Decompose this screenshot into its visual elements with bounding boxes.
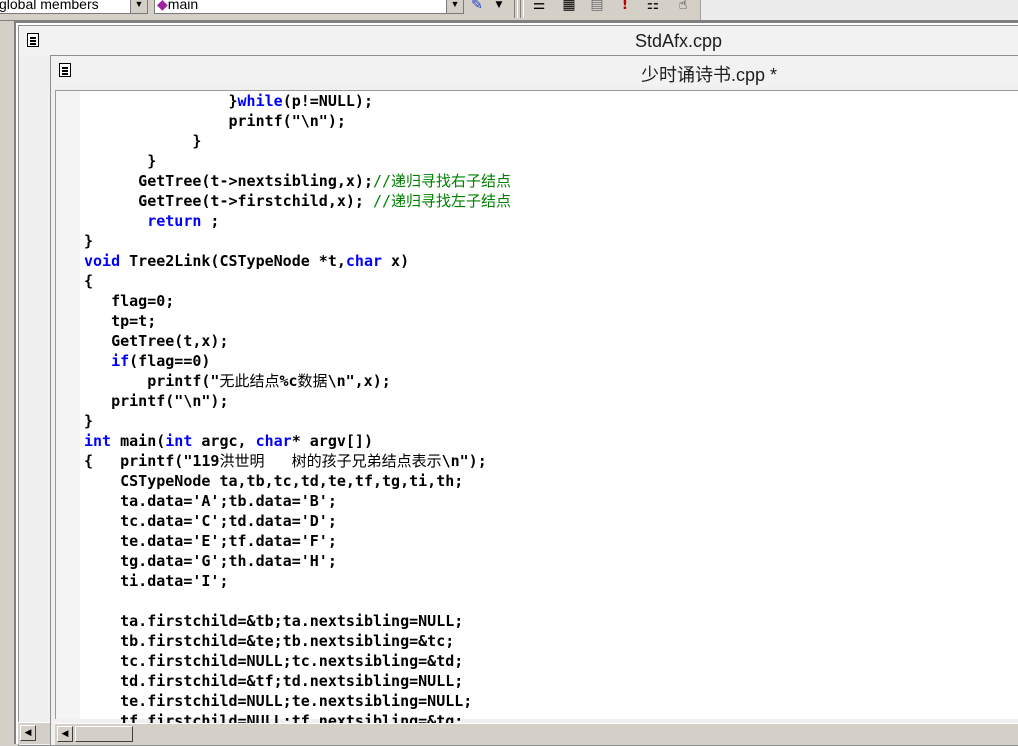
code-line[interactable]: tc.firstchild=NULL;tc.nextsibling=&td; [84,651,511,671]
function-combo-value: ◆main [157,0,198,13]
grid-icon[interactable]: ▤ [588,0,606,14]
code-line[interactable] [84,591,511,611]
code-line[interactable]: return ; [84,211,511,231]
code-line[interactable]: }while(p!=NULL); [84,91,511,111]
toolbar-separator [514,0,518,18]
toolbar: global members ▼ ◆main ▼ ✎ ▼ ☰ ▦ ▤ ! ☷ ☝ [0,0,1018,21]
exclamation-icon[interactable]: ! [616,0,634,14]
code-line[interactable]: } [84,411,511,431]
code-line[interactable]: int main(int argc, char* argv[]) [84,431,511,451]
code-line[interactable]: if(flag==0) [84,351,511,371]
code-line[interactable]: te.data='E';tf.data='F'; [84,531,511,551]
scope-combo-value: global members [0,0,99,12]
code-line[interactable]: td.firstchild=&tf;td.nextsibling=NULL; [84,671,511,691]
code-line[interactable]: { printf("119洪世明 树的孩子兄弟结点表示\n"); [84,451,511,471]
code-line[interactable]: tc.data='C';td.data='D'; [84,511,511,531]
code-line[interactable]: CSTypeNode ta,tb,tc,td,te,tf,tg,ti,th; [84,471,511,491]
wizard-icon[interactable]: ✎ [468,0,486,14]
source-title: 少时诵诗书.cpp * [641,65,778,85]
code-line[interactable]: GetTree(t->firstchild,x); //递归寻找左子结点 [84,191,511,211]
code-line[interactable]: } [84,231,511,251]
code-line[interactable]: printf("\n"); [84,391,511,411]
source-horizontal-scrollbar[interactable]: ◀ [55,723,1018,745]
function-icon: ◆ [157,0,168,12]
dropdown-arrow-icon[interactable]: ▼ [490,0,508,14]
code-line[interactable]: tb.firstchild=&te;tb.nextsibling=&tc; [84,631,511,651]
scope-combo[interactable]: global members ▼ [0,0,148,14]
code-line[interactable]: ti.data='I'; [84,571,511,591]
stdafx-horizontal-scrollbar[interactable]: ◀ [18,722,50,744]
code-line[interactable]: } [84,151,511,171]
code-line[interactable]: } [84,131,511,151]
scroll-thumb[interactable] [75,726,133,742]
function-combo[interactable]: ◆main ▼ [154,0,464,14]
code-line[interactable]: te.firstchild=NULL;te.nextsibling=NULL; [84,691,511,711]
list-icon[interactable]: ☷ [644,0,662,14]
code-line[interactable]: { [84,271,511,291]
code-line[interactable]: tg.data='G';th.data='H'; [84,551,511,571]
code-line[interactable]: printf("无此结点%c数据\n",x); [84,371,511,391]
source-titlebar[interactable]: 少时诵诗书.cpp * [51,56,1018,86]
stdafx-titlebar[interactable]: StdAfx.cpp [19,26,1018,56]
code-line[interactable]: void Tree2Link(CSTypeNode *t,char x) [84,251,511,271]
chevron-down-icon[interactable]: ▼ [130,0,147,13]
code-line[interactable]: ta.firstchild=&tb;ta.nextsibling=NULL; [84,611,511,631]
scroll-left-icon[interactable]: ◀ [20,725,36,741]
calculator-icon[interactable]: ▦ [560,0,578,14]
code-line[interactable]: GetTree(t,x); [84,331,511,351]
toolbar-separator [520,0,524,18]
document-icon [27,33,39,47]
code-editor[interactable]: }while(p!=NULL); printf("\n"); } } GetTr… [55,90,1018,730]
code-line[interactable]: GetTree(t->nextsibling,x);//递归寻找右子结点 [84,171,511,191]
code-text[interactable]: }while(p!=NULL); printf("\n"); } } GetTr… [84,91,511,731]
document-icon [59,63,71,77]
code-line[interactable]: flag=0; [84,291,511,311]
stack-icon[interactable]: ☰ [530,0,548,14]
code-line[interactable]: printf("\n"); [84,111,511,131]
source-window[interactable]: 少时诵诗书.cpp * }while(p!=NULL); printf("\n"… [50,55,1018,746]
mdi-client-area: StdAfx.cpp 少时诵诗书.cpp * }while(p!=NULL); … [14,21,1018,746]
hand-icon[interactable]: ☝ [674,0,692,14]
code-line[interactable]: ta.data='A';tb.data='B'; [84,491,511,511]
editor-gutter [56,91,80,719]
chevron-down-icon[interactable]: ▼ [446,0,463,13]
stdafx-title: StdAfx.cpp [635,31,723,51]
code-line[interactable]: tp=t; [84,311,511,331]
scroll-left-icon[interactable]: ◀ [57,726,73,742]
toolbar-empty-area [700,0,1018,20]
